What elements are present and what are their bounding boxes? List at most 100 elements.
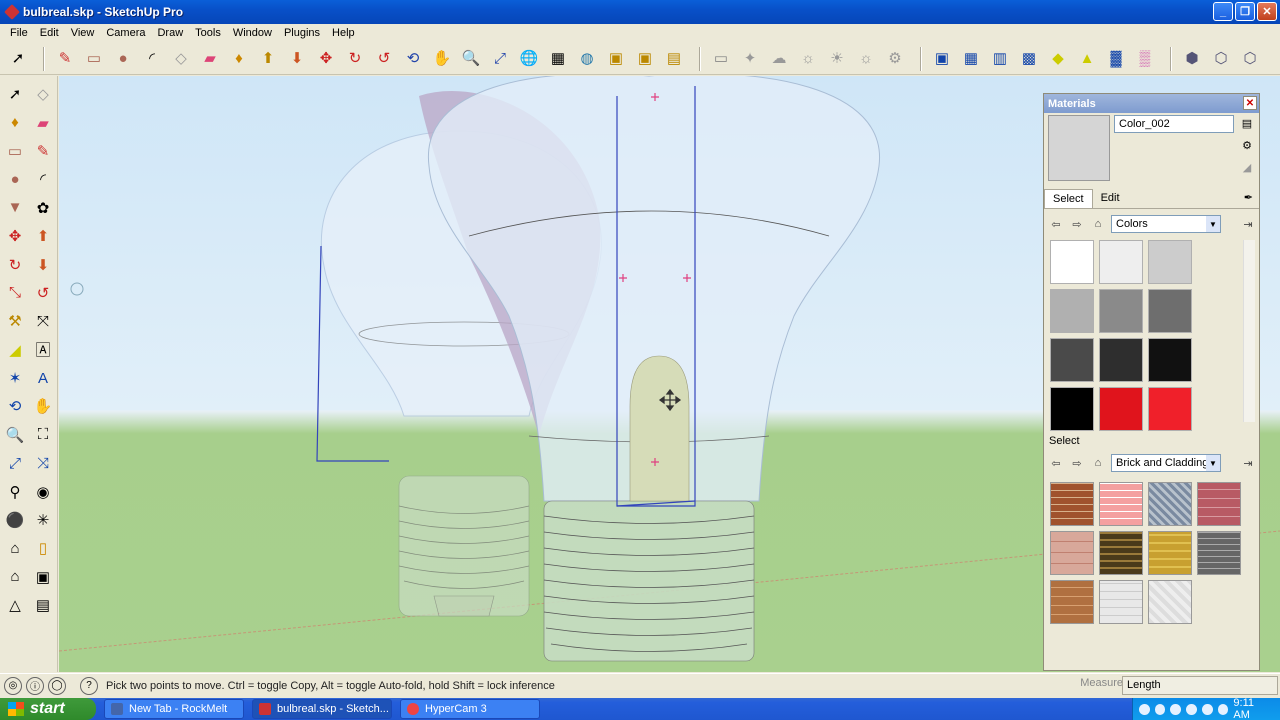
zoom-window-icon[interactable]: ⛶ (29, 421, 57, 449)
circle-icon[interactable]: ● (111, 47, 135, 71)
close-button[interactable]: ✕ (1257, 2, 1277, 21)
shaded-icon[interactable]: ▥ (988, 47, 1012, 71)
network-icon[interactable] (1154, 703, 1166, 715)
stairs-icon[interactable]: ▤ (29, 591, 57, 619)
start-button[interactable]: start (0, 698, 96, 720)
sandbox-icon[interactable]: ☼ (796, 47, 820, 71)
style-icon[interactable]: ☀ (825, 47, 849, 71)
axes-icon[interactable]: ✶ (1, 364, 29, 392)
outline-cube-icon[interactable]: ⬡ (1238, 47, 1262, 71)
window-icon[interactable]: ▣ (29, 563, 57, 591)
iso-view-icon[interactable]: ▲ (1075, 47, 1099, 71)
zoom-icon[interactable]: 🔍 (459, 47, 483, 71)
section-plane-icon[interactable]: ✳ (29, 506, 57, 534)
line-icon[interactable]: ✎ (29, 137, 57, 165)
color-swatch[interactable] (1148, 338, 1192, 382)
color-swatch[interactable] (1099, 289, 1143, 333)
task-rockmelt[interactable]: New Tab - RockMelt (104, 699, 244, 719)
menu-camera[interactable]: Camera (100, 27, 151, 39)
home-icon[interactable]: ⌂ (1090, 455, 1106, 471)
move-icon[interactable]: ✥ (1, 222, 29, 250)
security-icon[interactable] (1170, 703, 1182, 715)
texture-swatch[interactable] (1099, 531, 1143, 575)
material-name-field[interactable]: Color_002 (1114, 115, 1234, 133)
fog-toggle-icon[interactable]: ⚙ (883, 47, 907, 71)
top-view-icon[interactable]: ▓ (1104, 47, 1128, 71)
details-arrow-icon[interactable]: ⇥ (1240, 216, 1256, 232)
color-swatch[interactable] (1050, 387, 1094, 431)
color-swatch[interactable] (1148, 240, 1192, 284)
offset-icon[interactable]: ↺ (372, 47, 396, 71)
power-icon[interactable] (1201, 703, 1213, 715)
color-swatch[interactable] (1099, 338, 1143, 382)
create-material-icon[interactable]: ⚙ (1239, 137, 1255, 153)
menu-help[interactable]: Help (326, 27, 361, 39)
tab-select[interactable]: Select (1044, 189, 1093, 208)
move-icon[interactable]: ✥ (314, 47, 338, 71)
zoom-extents-icon[interactable]: ⤢ (1, 449, 29, 477)
menu-window[interactable]: Window (227, 27, 278, 39)
menu-draw[interactable]: Draw (151, 27, 189, 39)
component-cube-icon[interactable]: ⬢ (1180, 47, 1204, 71)
texture-swatch[interactable] (1197, 531, 1241, 575)
orbit-icon[interactable]: ⟲ (1, 392, 29, 420)
wireframe-icon[interactable]: ▣ (930, 47, 954, 71)
paint-bucket-icon[interactable]: ♦ (1, 108, 29, 136)
hidden-line-icon[interactable]: ▦ (959, 47, 983, 71)
get-models-icon[interactable]: ▦ (546, 47, 570, 71)
position-camera-icon[interactable]: ⚫ (1, 506, 29, 534)
materials-close-button[interactable]: ✕ (1243, 96, 1257, 110)
texture-swatch[interactable] (1148, 482, 1192, 526)
rotate-icon[interactable]: ↻ (343, 47, 367, 71)
offset-icon[interactable]: ↺ (29, 279, 57, 307)
details-arrow-icon[interactable]: ⇥ (1240, 455, 1256, 471)
home-icon[interactable]: ⌂ (1090, 216, 1106, 232)
texture-swatch[interactable] (1050, 531, 1094, 575)
texture-swatch[interactable] (1099, 482, 1143, 526)
circle-icon[interactable]: ● (1, 165, 29, 193)
monochrome-icon[interactable]: ◆ (1046, 47, 1070, 71)
follow-me-icon[interactable]: ⬇ (29, 250, 57, 278)
walk-icon[interactable]: ⚲ (1, 477, 29, 505)
eraser-icon[interactable]: ▰ (29, 108, 57, 136)
select-icon[interactable]: ➚ (6, 47, 30, 71)
3d-text-icon[interactable]: A (29, 364, 57, 392)
update-icon[interactable] (1217, 703, 1229, 715)
roof-icon[interactable]: △ (1, 591, 29, 619)
texture-swatch[interactable] (1148, 531, 1192, 575)
library-select-brick[interactable]: Brick and Cladding ▼ (1111, 454, 1221, 472)
zoom-icon[interactable]: 🔍 (1, 421, 29, 449)
home-icon[interactable]: ⌂ (1, 534, 29, 562)
google-earth-icon[interactable]: 🌐 (517, 47, 541, 71)
forward-icon[interactable]: ⇨ (1069, 216, 1085, 232)
user-icon[interactable]: ◯ (48, 676, 66, 695)
texture-swatch[interactable] (1197, 482, 1241, 526)
rectangle-icon[interactable]: ▭ (82, 47, 106, 71)
dimension-icon[interactable]: ⤧ (29, 307, 57, 335)
components-icon[interactable]: ▣ (604, 47, 628, 71)
texture-swatch[interactable] (1148, 580, 1192, 624)
credits-icon[interactable]: ⓘ (26, 676, 44, 695)
menu-edit[interactable]: Edit (34, 27, 65, 39)
sample-paint-icon[interactable]: ✒ (1238, 189, 1259, 208)
geo-location-icon[interactable]: ◎ (4, 676, 22, 695)
minimize-button[interactable]: _ (1213, 2, 1233, 21)
bluetooth-icon[interactable] (1139, 703, 1150, 715)
freehand-icon[interactable]: ✿ (29, 194, 57, 222)
color-swatch[interactable] (1050, 289, 1094, 333)
color-swatch[interactable] (1050, 240, 1094, 284)
look-around-icon[interactable]: ◉ (29, 477, 57, 505)
warehouse-icon[interactable]: ▣ (633, 47, 657, 71)
arc-icon[interactable]: ◜ (140, 47, 164, 71)
shadow-icon[interactable]: ✦ (738, 47, 762, 71)
zoom-extents-icon[interactable]: ⤢ (488, 47, 512, 71)
color-swatch[interactable] (1148, 387, 1192, 431)
paint-bucket-icon[interactable]: ♦ (227, 47, 251, 71)
polygon-icon[interactable]: ▼ (1, 194, 29, 222)
menu-view[interactable]: View (65, 27, 101, 39)
textured-icon[interactable]: ▩ (1017, 47, 1041, 71)
house-icon[interactable]: ⌂ (1, 563, 29, 591)
xray-icon[interactable]: ☼ (854, 47, 878, 71)
make-component-icon[interactable]: ◇ (29, 80, 57, 108)
color-swatch[interactable] (1148, 289, 1192, 333)
